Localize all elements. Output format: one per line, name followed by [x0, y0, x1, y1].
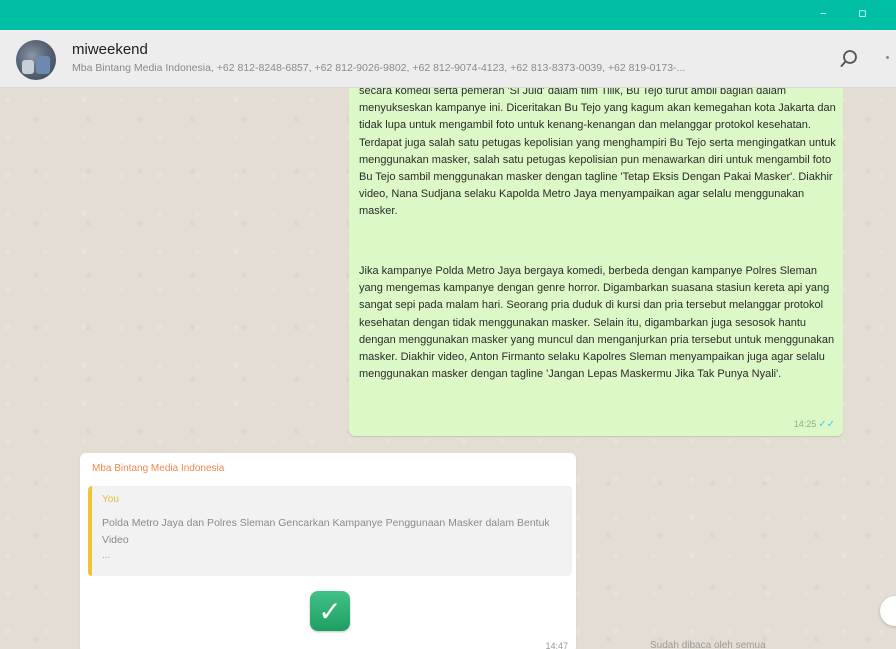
message-time: 14:47 — [545, 641, 568, 649]
read-receipt-icon: ✓✓ — [818, 419, 835, 430]
quoted-text: Polda Metro Jaya dan Polres Sleman Genca… — [102, 517, 550, 546]
sender-name[interactable]: Mba Bintang Media Indonesia — [92, 463, 224, 474]
read-status-note: Sudah dibaca oleh semua — [650, 640, 766, 649]
search-icon[interactable] — [838, 48, 860, 70]
scroll-down-button[interactable] — [880, 596, 896, 626]
maximize-button[interactable]: ▫ — [858, 6, 867, 21]
group-avatar[interactable] — [16, 40, 56, 80]
quoted-reply[interactable]: You Polda Metro Jaya dan Polres Sleman G… — [88, 486, 572, 576]
quoted-author: You — [102, 494, 119, 505]
check-mark-icon: ✓ — [310, 591, 350, 631]
incoming-message[interactable]: Mba Bintang Media Indonesia You Polda Me… — [80, 453, 576, 649]
minimize-button[interactable]: – — [820, 6, 827, 21]
avatar-shape-right — [36, 56, 50, 74]
message-paragraph: Jika kampanye Polda Metro Jaya bergaya k… — [359, 265, 835, 381]
message-meta: 14:25 ✓✓ — [794, 419, 835, 430]
quoted-ellipsis: ... — [102, 550, 111, 561]
avatar-shape-left — [22, 60, 34, 74]
message-paragraph: secara komedi serta pemeran 'Si Juid' da… — [359, 88, 836, 218]
message-time: 14:25 — [793, 419, 817, 429]
participants-list: Mba Bintang Media Indonesia, +62 812-824… — [72, 62, 686, 74]
chat-title[interactable]: miweekend — [72, 41, 148, 58]
outgoing-message[interactable]: secara komedi serta pemeran 'Si Juid' da… — [349, 88, 843, 436]
chat-header[interactable]: miweekend Mba Bintang Media Indonesia, +… — [0, 30, 896, 88]
message-list[interactable]: secara komedi serta pemeran 'Si Juid' da… — [0, 88, 896, 649]
check-mark-glyph: ✓ — [318, 595, 342, 628]
window-titlebar: – ▫ — [0, 0, 896, 30]
menu-icon[interactable] — [886, 56, 889, 59]
